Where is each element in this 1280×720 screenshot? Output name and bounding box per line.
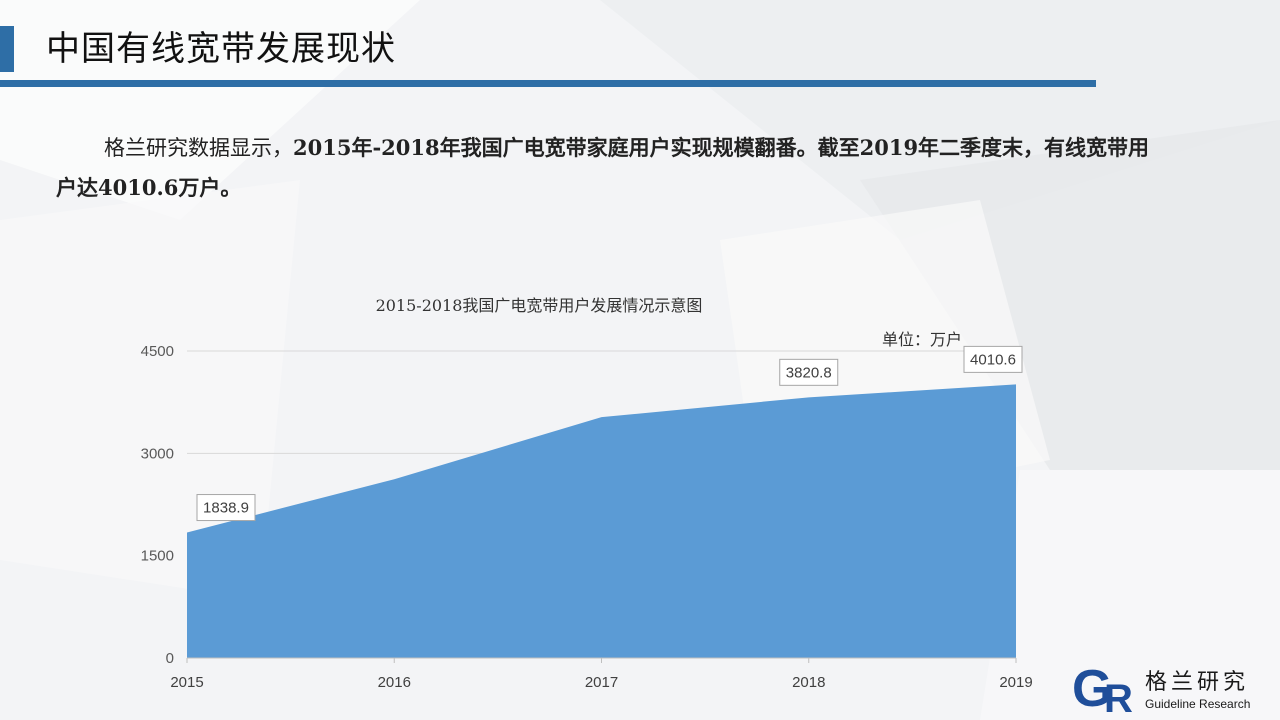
x-tick-label: 2018 (792, 674, 825, 691)
x-tick-label: 2015 (170, 674, 203, 691)
y-tick-label: 3000 (141, 445, 174, 462)
y-tick-label: 1500 (141, 548, 174, 565)
area-chart: 0 1500 3000 4500 2015 2016 2017 2018 2019 1838.9 3… (141, 343, 1033, 691)
x-tick-label: 2016 (378, 674, 411, 691)
y-tick-label: 4500 (141, 343, 174, 360)
svg-text:R: R (1104, 677, 1133, 716)
logo-en-name: Guideline Research (1145, 697, 1251, 711)
y-tick-label: 0 (166, 650, 174, 667)
area-series (187, 384, 1016, 658)
x-tick-label: 2019 (999, 674, 1032, 691)
logo-cn-name: 格兰研究 (1145, 670, 1250, 695)
data-label: 3820.8 (786, 364, 832, 381)
data-label: 4010.6 (970, 351, 1016, 368)
data-label: 1838.9 (203, 500, 249, 517)
x-tick-label: 2017 (585, 674, 618, 691)
